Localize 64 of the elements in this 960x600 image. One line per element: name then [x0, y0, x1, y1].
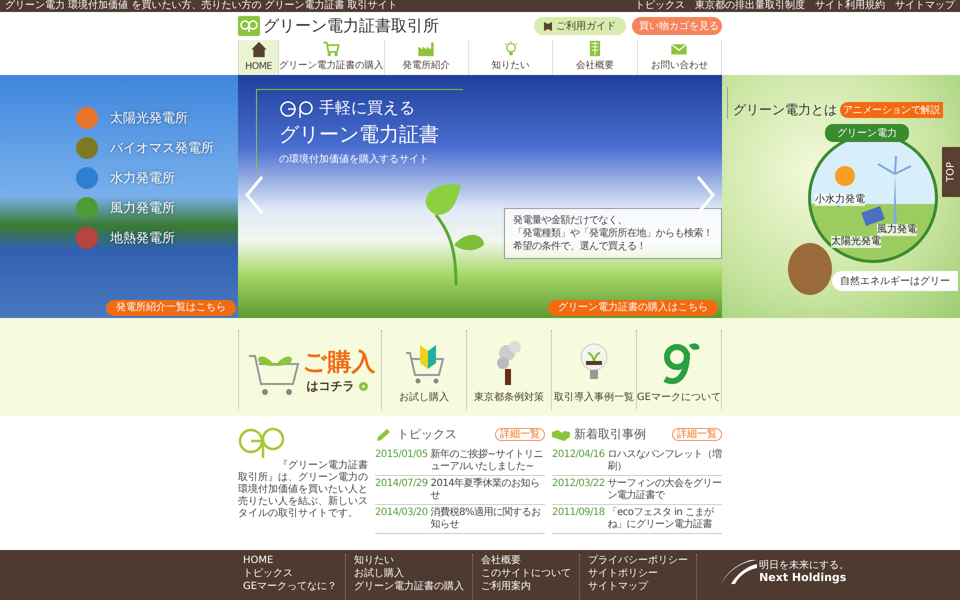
footer-link[interactable]: GEマークってなに？ [243, 580, 338, 593]
top-link[interactable]: サイト利用規約 [815, 0, 885, 12]
footer-link[interactable]: トピックス [243, 567, 338, 580]
gp-logo-icon [238, 426, 286, 458]
chevron-right-icon [696, 175, 716, 215]
avatar-placeholder [788, 243, 832, 295]
previous-slide-button[interactable] [244, 175, 264, 215]
news-link[interactable]: 新年のご挨拶~サイトリニューアルいたしました~ [430, 449, 545, 473]
headline: グリーン電力証書 [279, 121, 440, 148]
brand-tagline: 明日を未来にする。 [759, 561, 850, 571]
site-title: グリーン電力証書取引所 [263, 16, 439, 36]
footer-link[interactable]: このサイトについて [481, 567, 572, 580]
footer-link[interactable]: 会社概要 [481, 554, 572, 567]
cart-icon [321, 40, 342, 57]
shortcut-link[interactable]: 取引導入事例一覧 [552, 330, 637, 410]
news-date: 2014/07/29 [375, 478, 428, 491]
news-date: 2011/09/18 [552, 507, 605, 520]
gp-logo-icon [279, 100, 315, 118]
circle-label: グリーン電力 [825, 124, 909, 142]
pencil-icon [375, 428, 393, 442]
headline: 手軽に買える [319, 98, 415, 119]
section-title: 新着取引事例 [574, 426, 647, 443]
news-link[interactable]: サーフィンの大会をグリーン電力証書で [608, 478, 722, 502]
station-link[interactable]: 地熱発電所 [110, 229, 175, 247]
next-slide-button[interactable] [696, 175, 716, 215]
source-label: 小水力発電 [815, 194, 865, 206]
news-date: 2012/03/22 [552, 478, 605, 491]
section-title: グリーン電力とは [733, 102, 837, 119]
intro-text: 『グリーン電力証書取引所』は、グリーン電力の環境付加価値を買いたい人と売りたい人を結ぶ、新しいスタイルの取引サイトです。 [238, 460, 368, 520]
house-icon [248, 40, 268, 59]
speech-bubble: 自然エネルギーはグリー [832, 271, 958, 291]
news-date: 2014/03/20 [375, 507, 428, 520]
nav-tab[interactable]: HOME [238, 40, 279, 75]
news-link[interactable]: 2014年夏季休業のお知らせ [430, 478, 545, 502]
back-to-top-button[interactable]: TOP [942, 147, 960, 197]
search-note: 発電量や金額だけでなく、 「発電種類」や「発電所所在地」からも検索！ 希望の条件で、選んで買える！ [504, 208, 722, 259]
shortcut-link[interactable]: 東京都条例対策 [466, 330, 552, 410]
top-link[interactable]: トピックス [635, 0, 685, 12]
news-link[interactable]: 消費税8%適用に関するお知らせ [430, 507, 545, 531]
logo-icon [238, 16, 260, 36]
shortcut-link[interactable]: お試し購入 [382, 330, 467, 410]
purchase-shortcut[interactable]: ご購入 はコチラ [238, 330, 382, 410]
source-label: 風力発電 [877, 224, 917, 236]
section-title: トピックス [397, 426, 458, 443]
footer-link[interactable]: グリーン電力証書の購入 [354, 580, 464, 593]
news-link[interactable]: ロハスなパンフレット（増刷） [608, 449, 722, 473]
subheadline: の環境付加価値を購入するサイト [279, 152, 430, 166]
chevron-left-icon [244, 175, 264, 215]
guide-button[interactable]: ご利用ガイド [534, 17, 626, 35]
source-label: 太陽光発電 [831, 236, 881, 248]
footer-link[interactable]: お試し購入 [354, 567, 464, 580]
news-link[interactable]: 「ecoフェスタ in こまがね」にグリーン電力証書 [608, 507, 722, 531]
news-date: 2012/04/16 [552, 449, 605, 462]
factory-icon [416, 40, 436, 57]
shortcut-link[interactable]: GEマークについて [636, 330, 722, 410]
footer-link[interactable]: 知りたい [354, 554, 464, 567]
footer-link[interactable]: HOME [243, 554, 338, 567]
road-logo-icon [721, 560, 758, 584]
footer-link[interactable]: ご利用案内 [481, 580, 572, 593]
footer-link[interactable]: サイトマップ [588, 580, 688, 593]
brand-name: Next Holdings [759, 571, 848, 584]
footer-link[interactable]: サイトポリシー [588, 567, 688, 580]
news-date: 2015/01/05 [375, 449, 428, 462]
footer-link[interactable]: プライバシーポリシー [588, 554, 688, 567]
